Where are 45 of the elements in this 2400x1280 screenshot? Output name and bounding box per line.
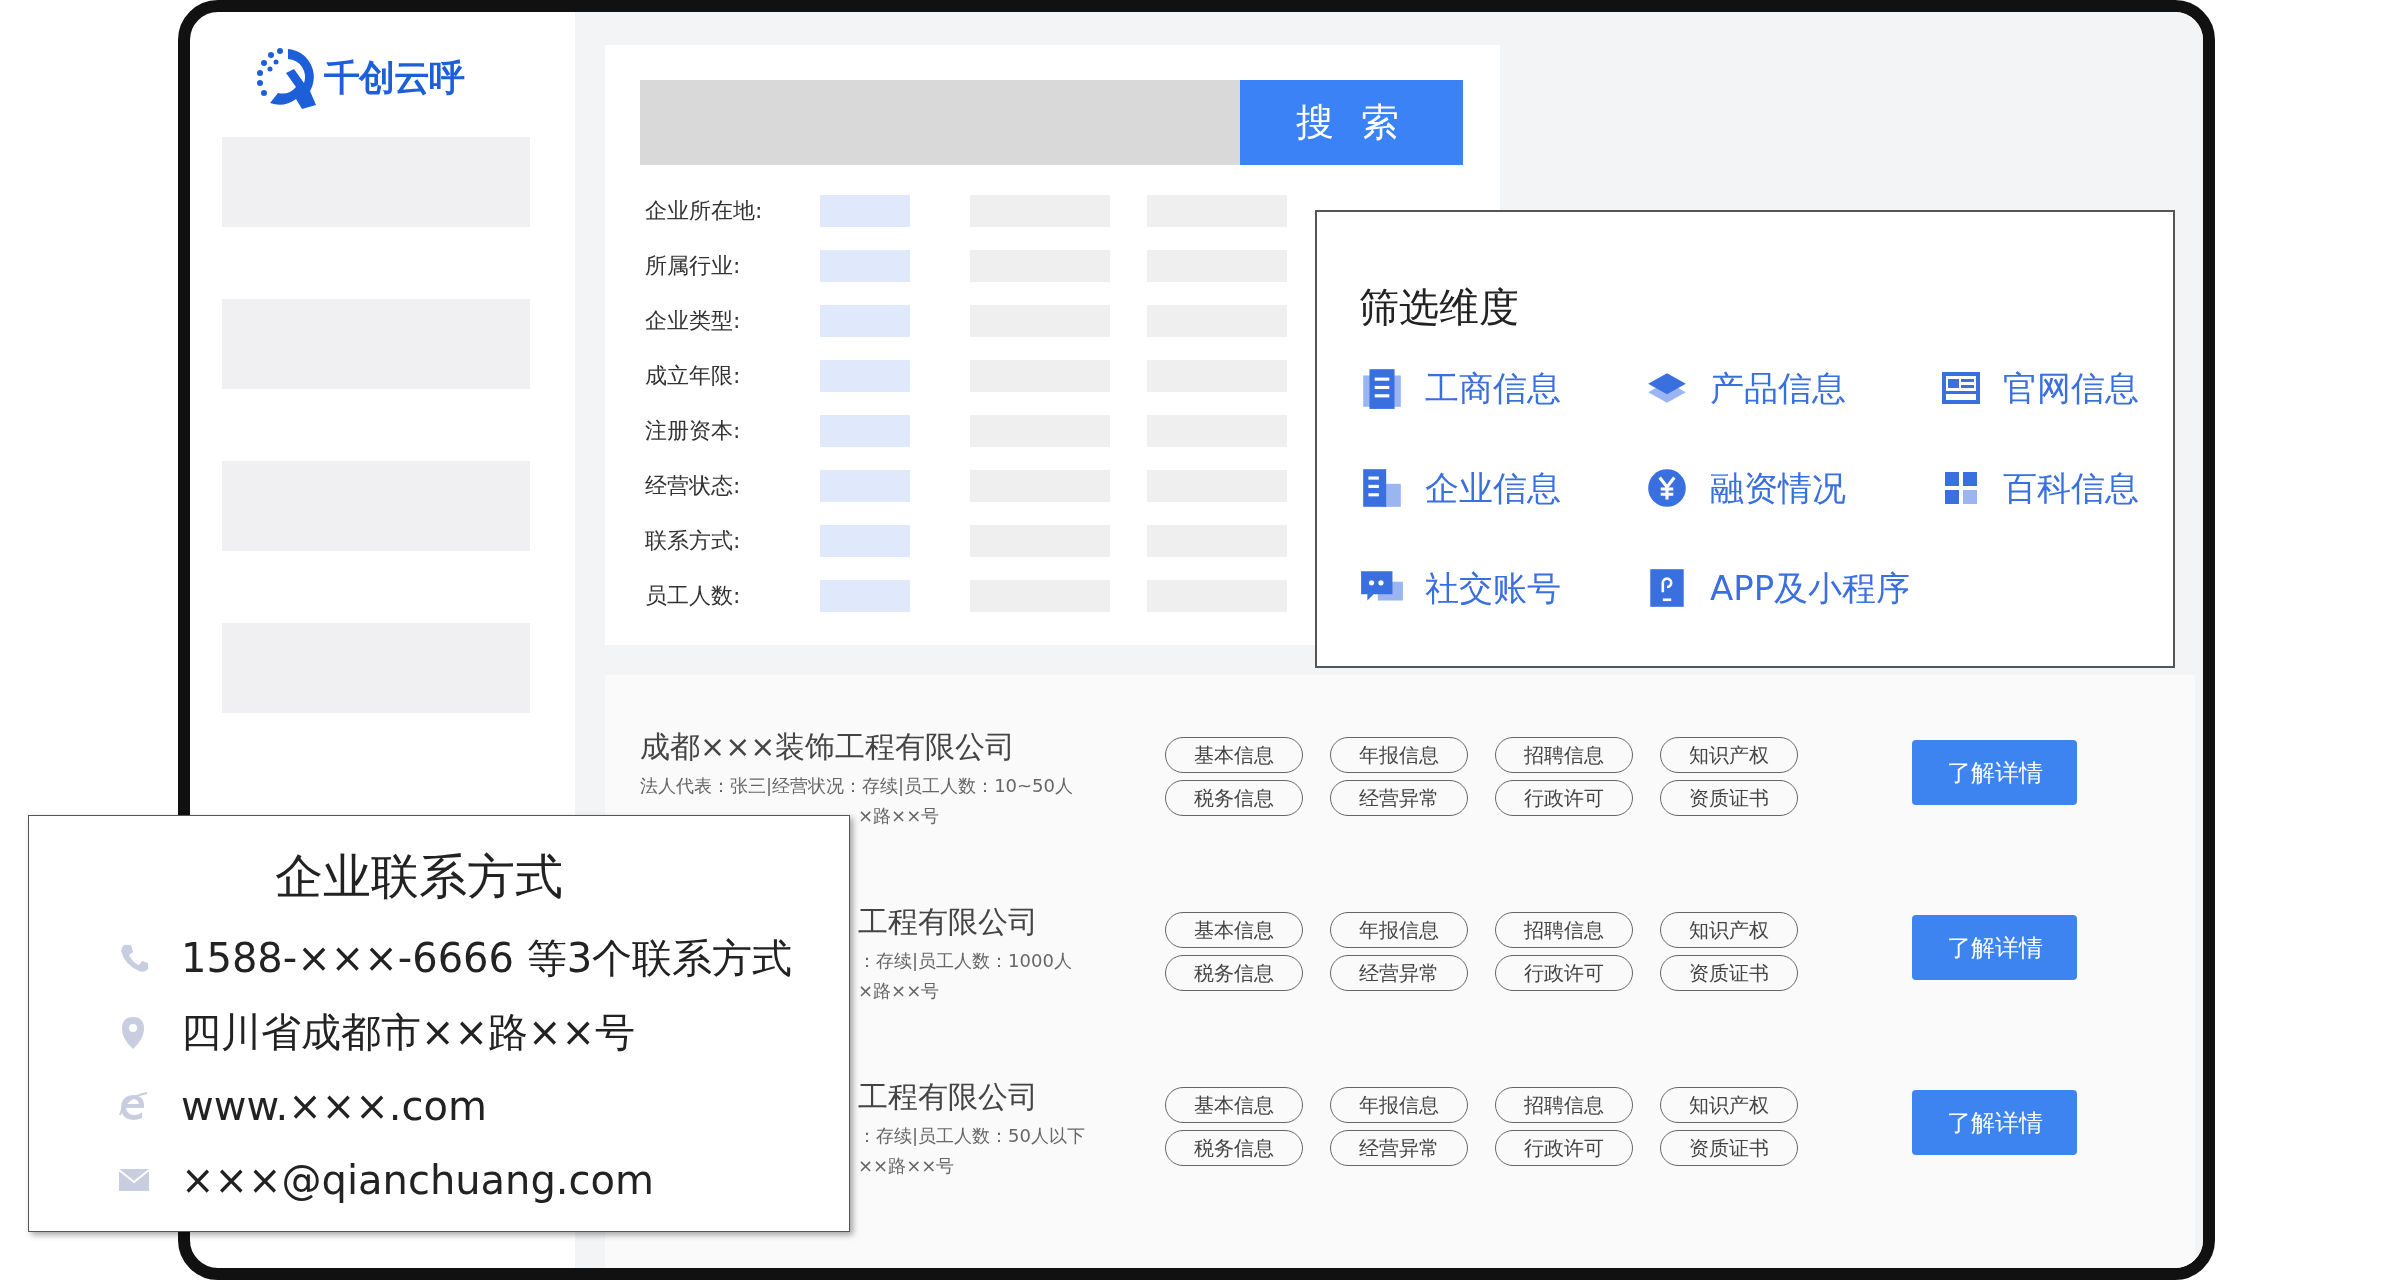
filter-option[interactable] [820, 359, 910, 392]
popup-title: 企业联系方式 [275, 847, 563, 906]
company-info: ×路××号 [858, 979, 940, 1003]
search-field[interactable] [640, 80, 1240, 165]
filter-option[interactable] [820, 524, 910, 557]
dimension-option[interactable]: APP及小程序 [1710, 562, 1911, 614]
dimension-option[interactable]: 工商信息 [1425, 362, 1561, 414]
contact-detail: 四川省成都市××路××号 [181, 1008, 636, 1057]
filter-option[interactable] [820, 194, 910, 227]
filter-label: 成立年限: [645, 362, 742, 390]
filter-label: 经营状态: [645, 472, 742, 500]
company-info: 法人代表：张三|经营状况：存续|员工人数：10~50人 [640, 774, 1074, 798]
dimension-option[interactable]: 融资情况 [1710, 462, 1846, 514]
filter-label: 所属行业: [645, 252, 742, 280]
company-info: ：存续|员工人数：1000人 [858, 949, 1072, 973]
filter-label: 企业所在地: [645, 197, 764, 225]
company-info: ××路××号 [858, 1154, 955, 1178]
company-name: 成都×××装饰工程有限公司 [640, 728, 1016, 766]
dimension-option[interactable]: 企业信息 [1425, 462, 1561, 514]
details-button[interactable]: 了解详情 [1912, 740, 2077, 805]
filter-label: 联系方式: [645, 527, 742, 555]
filter-option[interactable] [820, 579, 910, 612]
company-name: 工程有限公司 [858, 1078, 1038, 1116]
filter-label: 员工人数: [645, 582, 742, 610]
dimension-option[interactable]: 百科信息 [2003, 462, 2139, 514]
filter-option[interactable] [820, 304, 910, 337]
filter-option[interactable] [820, 249, 910, 282]
filter-option[interactable] [820, 469, 910, 502]
contact-detail: www.×××.com [181, 1082, 487, 1131]
filter-label: 企业类型: [645, 307, 742, 335]
search-button[interactable]: 搜 索 [1240, 80, 1463, 165]
dimension-option[interactable]: 产品信息 [1710, 362, 1846, 414]
contact-detail: 1588-×××-6666 等3个联系方式 [181, 934, 793, 983]
panel-title: 筛选维度 [1359, 287, 1520, 327]
dimension-option[interactable]: 官网信息 [2003, 362, 2139, 414]
details-button[interactable]: 了解详情 [1912, 915, 2077, 980]
dimension-option[interactable]: 社交账号 [1425, 562, 1561, 614]
company-info: ：存续|员工人数：50人以下 [858, 1124, 1085, 1148]
filter-option[interactable] [820, 414, 910, 447]
logo-text: 千创云呼 [324, 56, 465, 100]
details-button[interactable]: 了解详情 [1912, 1090, 2077, 1155]
filter-label: 注册资本: [645, 417, 742, 445]
company-name: 工程有限公司 [858, 903, 1038, 941]
contact-detail: ×××@qianchuang.com [181, 1156, 654, 1205]
company-info: ×路××号 [858, 804, 940, 828]
